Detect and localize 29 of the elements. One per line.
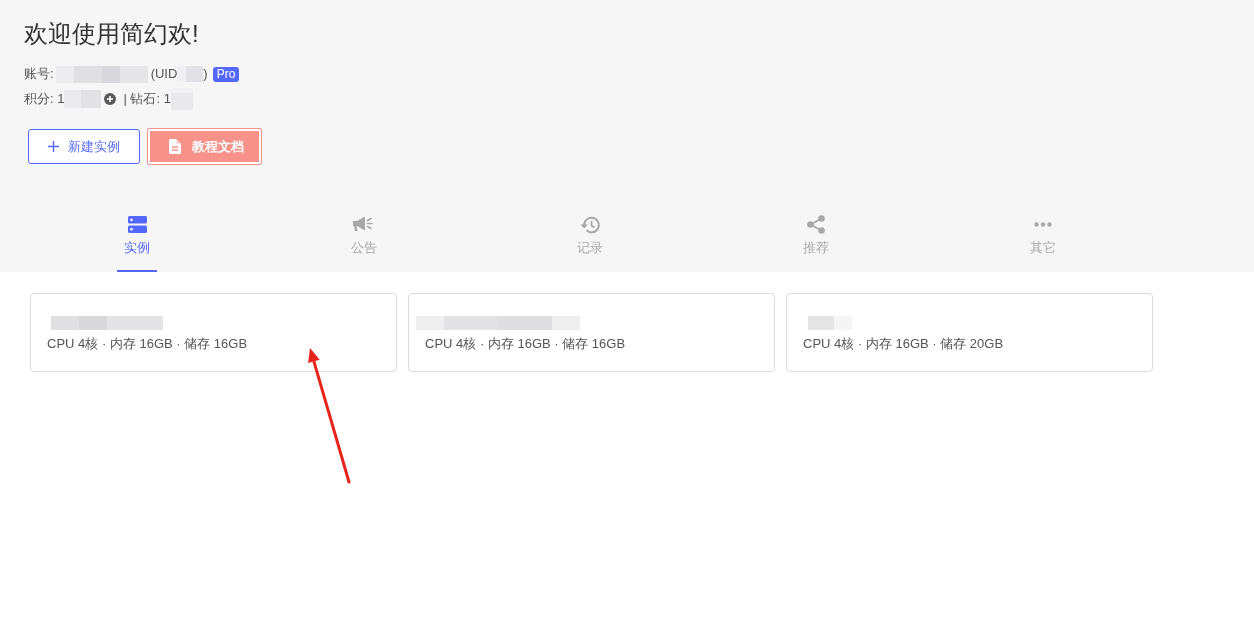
instance-card[interactable]: CPU 4核 · 内存 16GB · 储存 20GB xyxy=(786,293,1153,372)
diamonds-label: | 钻石: 1 xyxy=(123,90,171,109)
instance-spec: CPU 4核 · 内存 16GB · 储存 20GB xyxy=(803,335,1005,353)
points-label: 积分: 1 xyxy=(24,90,65,109)
tab[interactable]: 实例 xyxy=(124,215,151,258)
history-icon xyxy=(580,215,600,234)
server-icon xyxy=(127,216,147,233)
docs-button[interactable]: 教程文档 xyxy=(147,128,262,165)
blurred-block xyxy=(808,316,852,330)
instance-card[interactable]: CPU 4核 · 内存 16GB · 储存 16GB xyxy=(30,293,397,372)
share-icon xyxy=(807,215,826,234)
account-label: 账号: xyxy=(24,65,54,84)
tab[interactable]: 公告 xyxy=(350,215,377,258)
new-instance-button[interactable]: 新建实例 xyxy=(28,129,140,164)
add-circle-icon[interactable] xyxy=(104,93,117,105)
tab[interactable]: 其它 xyxy=(1029,215,1056,258)
instance-card[interactable]: CPU 4核 · 内存 16GB · 储存 16GB xyxy=(408,293,775,372)
page-title: 欢迎使用简幻欢! xyxy=(24,19,200,49)
uid-label: ) xyxy=(203,65,208,84)
more-icon xyxy=(1033,222,1052,227)
tab[interactable]: 记录 xyxy=(577,215,603,258)
uid-label: (UID xyxy=(150,65,178,84)
document-icon xyxy=(169,139,181,154)
megaphone-icon xyxy=(353,216,375,233)
instance-spec: CPU 4核 · 内存 16GB · 储存 16GB xyxy=(425,335,627,353)
plus-icon xyxy=(48,141,59,152)
instance-spec: CPU 4核 · 内存 16GB · 储存 16GB xyxy=(47,335,249,353)
pro-badge: Pro xyxy=(212,66,240,82)
tab[interactable]: 推荐 xyxy=(803,215,830,258)
